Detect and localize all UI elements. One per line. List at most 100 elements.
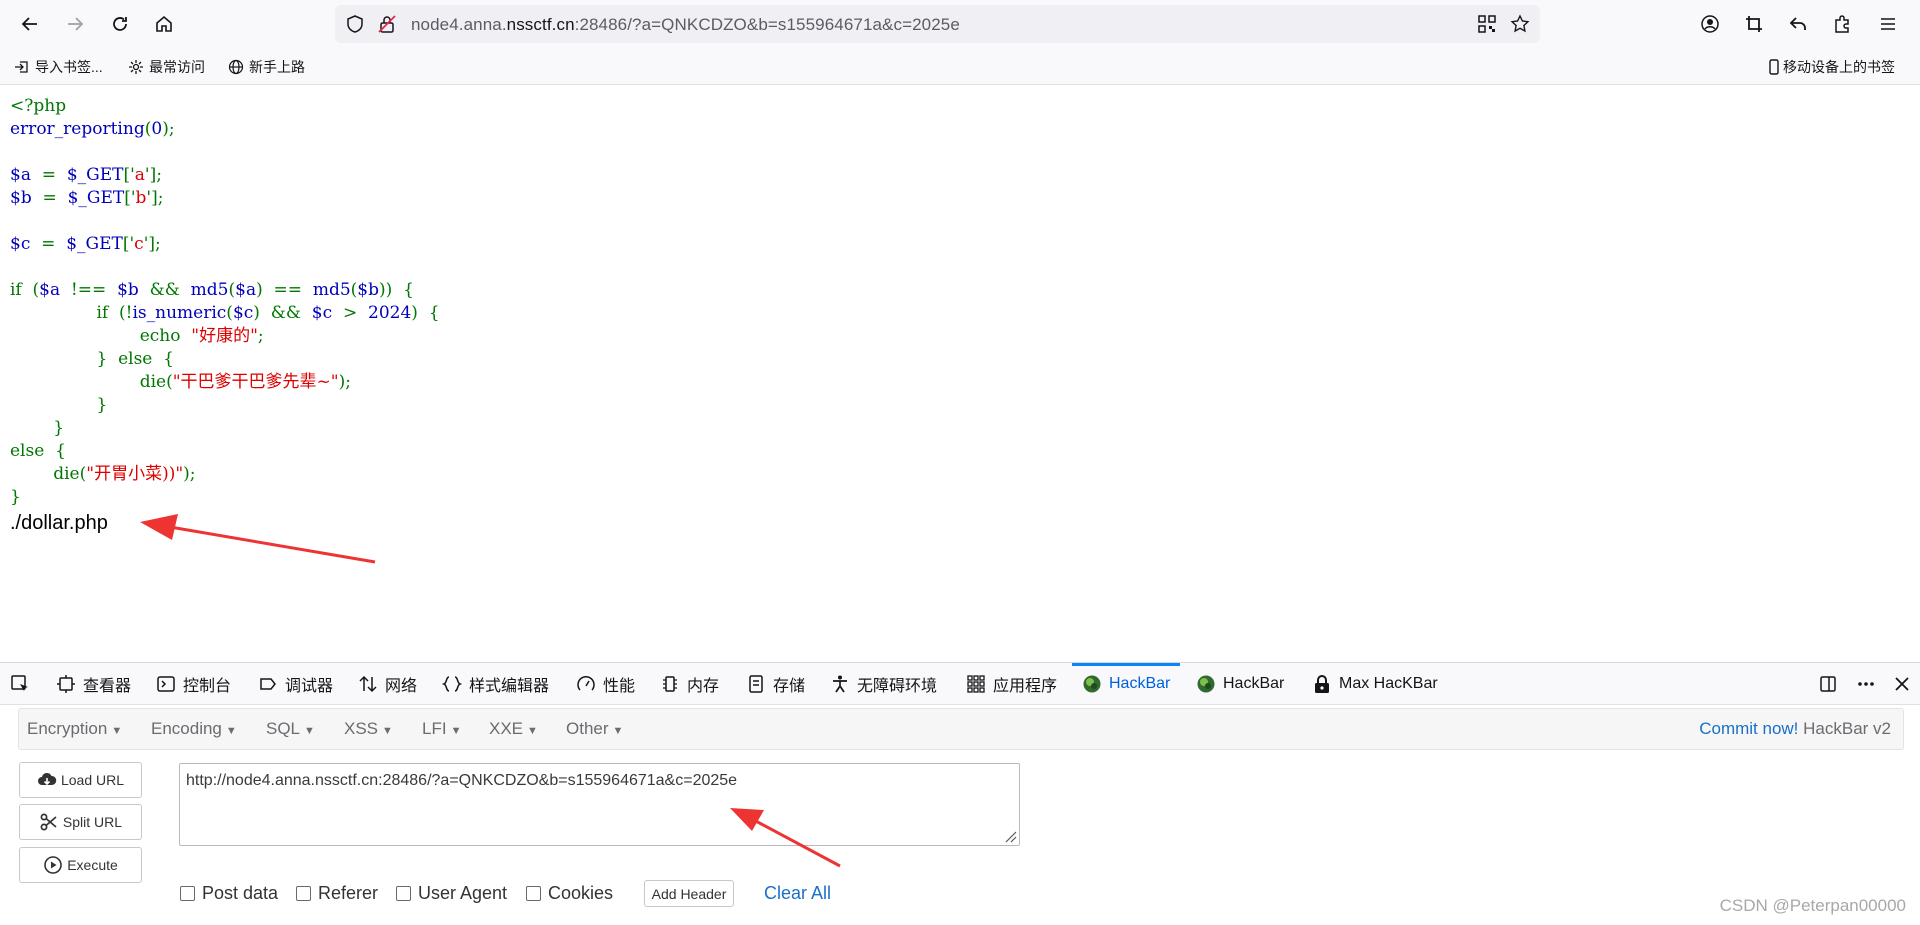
crop-icon	[1746, 16, 1762, 32]
menu-lfi[interactable]: LFI ▼	[422, 719, 461, 739]
checkbox-box[interactable]	[180, 886, 195, 901]
storage-icon	[749, 674, 763, 693]
close-icon	[1895, 676, 1909, 691]
back-button[interactable]	[14, 8, 46, 40]
checkbox-box[interactable]	[396, 886, 411, 901]
qr-code-icon[interactable]	[1477, 14, 1497, 34]
bookmark-most-visited-label: 最常访问	[149, 59, 205, 75]
tab-inspector[interactable]: 查看器	[56, 663, 131, 704]
tab-accessibility[interactable]: 无障碍环境	[830, 663, 937, 704]
add-header-button[interactable]: Add Header	[644, 880, 734, 907]
chevron-down-icon: ▼	[304, 725, 315, 737]
menu-encoding[interactable]: Encoding ▼	[151, 719, 237, 739]
load-url-button[interactable]: Load URL	[19, 762, 142, 798]
bookmark-import-label: 导入书签...	[35, 59, 103, 75]
hackbar-url-value: http://node4.anna.nssctf.cn:28486/?a=QNK…	[186, 772, 738, 789]
mobile-device-icon	[1769, 59, 1779, 75]
undo-arrow-icon	[1789, 17, 1806, 30]
account-button[interactable]	[1694, 8, 1726, 40]
clear-all-link[interactable]: Clear All	[764, 883, 831, 904]
tab-accessibility-label: 无障碍环境	[857, 677, 938, 695]
dock-side-button[interactable]	[1818, 663, 1838, 704]
tab-performance-label: 性能	[603, 677, 636, 695]
code-line: $c = $_GET['c'];	[10, 234, 161, 254]
tab-max-hackbar[interactable]: Max HacKBar	[1312, 663, 1438, 704]
undo-button[interactable]	[1782, 8, 1814, 40]
tab-console[interactable]: 控制台	[156, 663, 231, 704]
menu-button[interactable]	[1872, 8, 1904, 40]
menu-xxe[interactable]: XXE ▼	[489, 719, 538, 739]
url-text[interactable]: node4.anna.nssctf.cn:28486/?a=QNKCDZO&b=…	[411, 15, 960, 35]
checkbox-box[interactable]	[526, 886, 541, 901]
hackbar-logo-icon	[1083, 675, 1101, 692]
address-bar[interactable]: node4.anna.nssctf.cn:28486/?a=QNKCDZO&b=…	[335, 5, 1540, 43]
menu-sql[interactable]: SQL ▼	[266, 719, 315, 739]
tab-debugger[interactable]: 调试器	[258, 663, 333, 704]
tab-style-editor[interactable]: 样式编辑器	[442, 663, 549, 704]
tab-network-label: 网络	[385, 677, 418, 695]
referer-checkbox[interactable]: Referer	[296, 883, 378, 904]
reload-button[interactable]	[104, 8, 136, 40]
accessibility-icon	[833, 675, 847, 692]
code-line: echo "好康的";	[10, 326, 264, 346]
user-agent-checkbox[interactable]: User Agent	[396, 883, 507, 904]
bookmark-import[interactable]: 导入书签...	[14, 57, 103, 77]
split-url-label: Split URL	[62, 814, 123, 830]
menu-xss[interactable]: XSS ▼	[344, 719, 393, 739]
tab-hackbar-label: HackBar	[1109, 674, 1171, 692]
user-agent-label: User Agent	[418, 883, 508, 903]
star-icon[interactable]	[1510, 14, 1530, 34]
home-button[interactable]	[148, 8, 180, 40]
code-line: }	[10, 418, 65, 438]
page-content: <?php error_reporting(0); $a = $_GET['a'];…	[0, 85, 1920, 660]
resize-grip-icon[interactable]	[1003, 829, 1017, 843]
page-output: ./dollar.php	[10, 512, 108, 534]
reload-icon	[113, 17, 127, 31]
scissors-icon	[40, 813, 57, 831]
checkbox-box[interactable]	[296, 886, 311, 901]
tab-debugger-label: 调试器	[285, 677, 334, 695]
extensions-button[interactable]	[1826, 8, 1858, 40]
ellipsis-icon	[1858, 681, 1874, 686]
tab-hackbar-active[interactable]: HackBar	[1071, 663, 1181, 704]
puzzle-icon	[1835, 15, 1849, 33]
chevron-down-icon: ▼	[111, 725, 123, 737]
shield-icon[interactable]	[345, 14, 365, 34]
element-picker-button[interactable]	[10, 663, 30, 704]
menu-other[interactable]: Other ▼	[566, 719, 623, 739]
import-icon	[15, 61, 28, 73]
tab-inspector-label: 查看器	[83, 677, 132, 695]
tab-hackbar-secondary[interactable]: HackBar	[1196, 663, 1284, 704]
devtools-close-button[interactable]	[1892, 663, 1912, 704]
bookmark-mobile[interactable]: 移动设备上的书签	[1766, 57, 1895, 77]
arrow-left-icon	[21, 17, 37, 31]
tab-memory[interactable]: 内存	[660, 663, 719, 704]
bookmark-getting-started[interactable]: 新手上路	[228, 57, 305, 77]
tab-performance[interactable]: 性能	[576, 663, 635, 704]
tab-network[interactable]: 网络	[358, 663, 417, 704]
devtools-more-button[interactable]	[1856, 663, 1876, 704]
execute-button[interactable]: Execute	[19, 847, 142, 883]
code-line: }	[10, 487, 21, 507]
insecure-lock-icon[interactable]	[377, 14, 397, 34]
memory-chip-icon	[663, 675, 677, 692]
screenshot-button[interactable]	[1738, 8, 1770, 40]
tab-style-editor-label: 样式编辑器	[469, 677, 550, 695]
code-line: if ($a !== $b && md5($a) == md5($b)) {	[10, 280, 414, 300]
tab-hackbar2-label: HackBar	[1223, 674, 1285, 692]
csdn-watermark: CSDN @Peterpan00000	[1719, 896, 1906, 915]
post-data-checkbox[interactable]: Post data	[180, 883, 278, 904]
commit-now-link[interactable]: Commit now!	[1699, 719, 1798, 738]
cookies-label: Cookies	[548, 883, 614, 903]
hackbar-url-input[interactable]: http://node4.anna.nssctf.cn:28486/?a=QNK…	[179, 763, 1020, 846]
tab-application[interactable]: 应用程序	[966, 663, 1057, 704]
cookies-checkbox[interactable]: Cookies	[526, 883, 613, 904]
forward-button[interactable]	[59, 8, 91, 40]
bookmark-most-visited[interactable]: 最常访问	[128, 57, 205, 77]
split-url-button[interactable]: Split URL	[19, 804, 142, 840]
gauge-icon	[577, 675, 595, 690]
menu-encryption[interactable]: Encryption ▼	[27, 719, 122, 739]
tab-storage[interactable]: 存储	[746, 663, 805, 704]
